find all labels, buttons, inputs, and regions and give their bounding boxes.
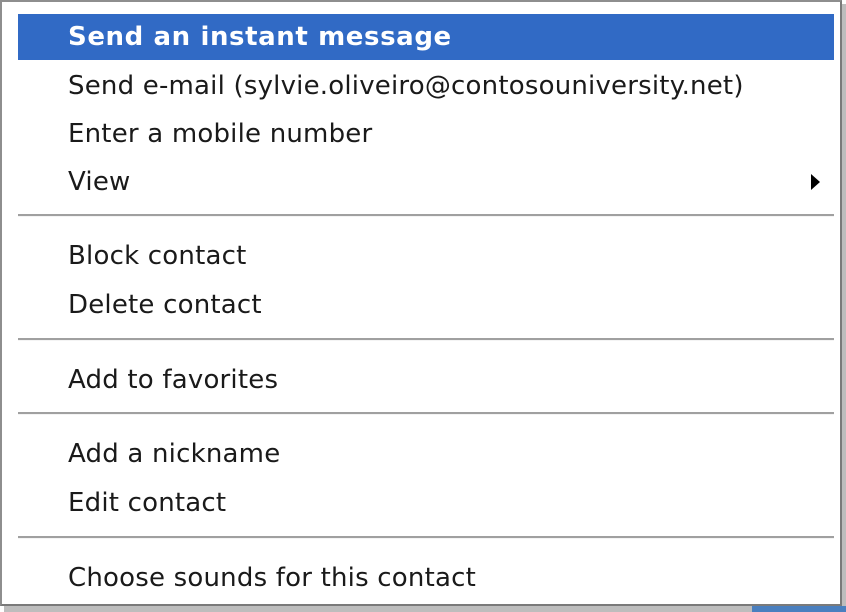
menu-shadow bbox=[4, 606, 846, 612]
menu-item-label: Send e-mail (sylvie.oliveiro@contosouniv… bbox=[68, 71, 744, 101]
menu-item-label: Block contact bbox=[68, 241, 247, 271]
menu-item-label: Choose sounds for this contact bbox=[68, 563, 476, 593]
menu-item-edit-contact[interactable]: Edit contact bbox=[18, 480, 834, 526]
menu-item-label: Add to favorites bbox=[68, 365, 279, 395]
menu-item-view[interactable]: View bbox=[18, 159, 834, 205]
menu-item-add-nickname[interactable]: Add a nickname bbox=[18, 431, 834, 477]
menu-separator bbox=[18, 214, 834, 217]
menu-item-block-contact[interactable]: Block contact bbox=[18, 233, 834, 279]
menu-shadow bbox=[842, 4, 846, 612]
menu-separator bbox=[18, 536, 834, 539]
contact-context-menu: Send an instant message Send e-mail (syl… bbox=[0, 0, 842, 606]
menu-item-label: Send an instant message bbox=[68, 22, 452, 52]
menu-item-label: Enter a mobile number bbox=[68, 119, 373, 149]
menu-item-choose-sounds[interactable]: Choose sounds for this contact bbox=[18, 555, 834, 601]
background-window-edge bbox=[752, 606, 846, 612]
menu-item-send-instant-message[interactable]: Send an instant message bbox=[18, 14, 834, 60]
menu-item-label: Delete contact bbox=[68, 290, 262, 320]
menu-item-delete-contact[interactable]: Delete contact bbox=[18, 282, 834, 328]
menu-item-label: View bbox=[68, 167, 131, 197]
submenu-arrow-icon bbox=[811, 174, 820, 190]
menu-item-label: Edit contact bbox=[68, 488, 227, 518]
menu-separator bbox=[18, 338, 834, 341]
menu-item-label: Add a nickname bbox=[68, 439, 281, 469]
menu-item-enter-mobile-number[interactable]: Enter a mobile number bbox=[18, 111, 834, 157]
menu-item-add-to-favorites[interactable]: Add to favorites bbox=[18, 357, 834, 403]
menu-separator bbox=[18, 412, 834, 415]
menu-item-send-email[interactable]: Send e-mail (sylvie.oliveiro@contosouniv… bbox=[18, 63, 834, 109]
